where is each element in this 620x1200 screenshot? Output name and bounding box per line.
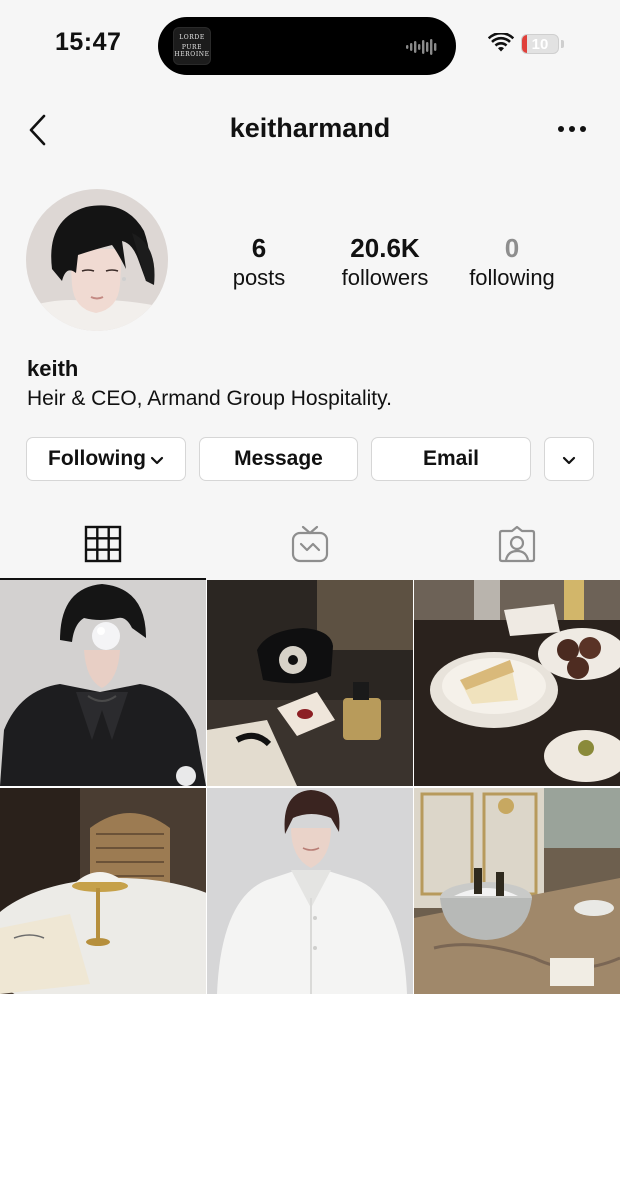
post-image [207,788,413,994]
post-thumbnail[interactable] [414,580,620,786]
post-image [0,580,206,786]
chevron-left-icon[interactable] [26,113,48,147]
post-thumbnail[interactable] [0,788,206,994]
following-button-label: Following [48,447,146,470]
post-image [207,580,413,786]
avatar[interactable] [26,189,168,331]
profile-bio: Heir & CEO, Armand Group Hospitality. [27,387,392,410]
dynamic-island[interactable]: LORDE PURE HEROINE [158,17,456,75]
chevron-down-icon [562,456,576,464]
profile-display-name: keith [27,356,79,381]
battery-level-text: 10 [531,35,549,53]
followers-label: followers [341,265,429,290]
posts-grid [0,580,620,994]
album-art-line: PURE [181,43,203,51]
battery-indicator: 10 [521,34,559,54]
posts-count: 6 [251,233,267,263]
following-stat[interactable]: 0 following [442,232,582,292]
following-count: 0 [504,233,520,263]
igtv-icon [291,525,329,563]
tab-tagged[interactable] [414,518,620,580]
post-image [0,788,206,994]
now-playing-album-art[interactable]: LORDE PURE HEROINE [173,27,211,65]
post-image [414,580,620,786]
battery-tip [561,40,564,48]
album-art-line: HEROINE [174,50,210,58]
profile-screen: 15:47 LORDE PURE HEROINE 10 keitharmand … [0,0,620,1200]
post-thumbnail[interactable] [207,580,413,786]
following-button[interactable]: Following [26,437,186,481]
posts-label: posts [232,265,286,290]
chevron-down-icon [150,456,164,464]
post-thumbnail[interactable] [414,788,620,994]
grid-icon [84,525,122,563]
album-art-line: LORDE [179,33,205,41]
post-image [414,788,620,994]
posts-stat[interactable]: 6 posts [189,232,329,292]
followers-count: 20.6K [350,233,420,263]
status-time: 15:47 [55,28,122,56]
followers-stat[interactable]: 20.6K followers [315,232,455,292]
tab-igtv[interactable] [207,518,413,580]
post-thumbnail[interactable] [207,788,413,994]
message-button-label: Message [234,447,323,470]
more-horizontal-icon[interactable] [557,122,587,136]
audio-waveform-icon [406,39,437,55]
suggested-accounts-button[interactable] [544,437,594,481]
message-button[interactable]: Message [199,437,358,481]
following-label: following [469,265,555,290]
email-button[interactable]: Email [371,437,531,481]
email-button-label: Email [422,447,480,470]
wifi-icon [488,33,514,52]
tagged-icon [498,525,536,563]
tab-posts-grid[interactable] [0,518,206,580]
post-thumbnail[interactable] [0,580,206,786]
